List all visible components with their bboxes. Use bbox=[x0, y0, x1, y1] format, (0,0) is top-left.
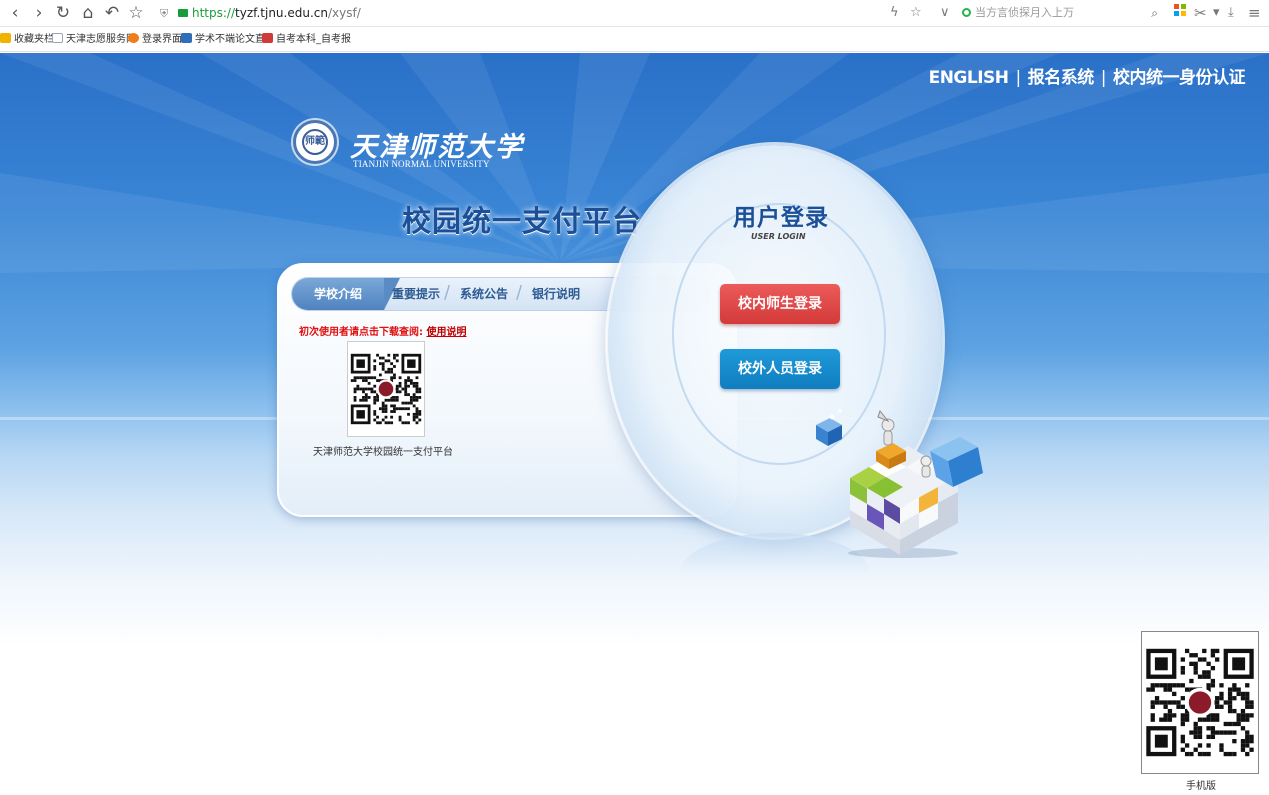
internal-login-button[interactable]: 校内师生登录 bbox=[720, 284, 840, 324]
link-separator: | bbox=[1100, 68, 1107, 88]
undo-icon[interactable]: ↶ bbox=[101, 2, 123, 24]
lock-icon bbox=[178, 9, 188, 17]
search-input[interactable]: 当方言侦探月入上万 ⌕ bbox=[958, 3, 1164, 23]
mobile-version-label: 手机版 bbox=[1186, 781, 1216, 792]
bookmark-item-academic[interactable]: 学术不端论文直 bbox=[181, 28, 265, 52]
page-content: ENGLISH | 报名系统 | 校内统一身份认证 师範 天津师范大学 TIANJIN … bbox=[0, 53, 1269, 795]
university-seal-icon: 师範 bbox=[293, 120, 337, 164]
tab-system-announcement[interactable]: 系统公告 bbox=[460, 278, 508, 310]
bookmark-item-login[interactable]: 登录界面 bbox=[128, 28, 182, 52]
search-engine-icon bbox=[962, 8, 971, 17]
lightning-icon[interactable]: ϟ bbox=[890, 4, 899, 22]
qr-code-icon bbox=[350, 353, 422, 425]
tab-separator: / bbox=[516, 282, 523, 303]
qr-code-icon bbox=[1146, 648, 1254, 757]
tab-important-notice[interactable]: 重要提示 bbox=[392, 278, 440, 310]
chevron-down-icon[interactable]: ▾ bbox=[1213, 4, 1220, 22]
bookmark-item-volunteer[interactable]: 天津志愿服务网 bbox=[52, 28, 136, 52]
browser-toolbar: ‹ › ↻ ⌂ ↶ ☆ ⛨ https://tyzf.tjnu.edu.cn/xy… bbox=[0, 0, 1269, 27]
university-name-en: TIANJIN NORMAL UNIVERSITY bbox=[353, 159, 490, 169]
menu-icon[interactable]: ≡ bbox=[1248, 4, 1261, 22]
bookmarks-bar: 收藏夹栏 天津志愿服务网 登录界面 学术不端论文直 自考本科_自考报 bbox=[0, 28, 1269, 52]
login-site-icon bbox=[128, 33, 139, 43]
bookmark-item-favorites[interactable]: 收藏夹栏 bbox=[0, 28, 54, 52]
login-subtitle: USER LOGIN bbox=[751, 232, 806, 241]
bookmark-item-exam[interactable]: 自考本科_自考报 bbox=[262, 28, 351, 52]
tab-bank-instructions[interactable]: 银行说明 bbox=[532, 278, 580, 310]
rubik-cube-icon bbox=[816, 409, 983, 558]
seal-text: 师範 bbox=[302, 129, 328, 155]
user-guide-link[interactable]: 使用说明 bbox=[426, 327, 466, 338]
mobile-qr-code[interactable] bbox=[1141, 631, 1259, 774]
url-scheme: https:// bbox=[192, 6, 236, 20]
home-icon[interactable]: ⌂ bbox=[77, 2, 99, 24]
url-path: /xysf/ bbox=[327, 6, 361, 20]
unified-auth-link[interactable]: 校内统一身份认证 bbox=[1113, 68, 1246, 88]
favorite-icon[interactable]: ☆ bbox=[910, 4, 922, 22]
folder-icon bbox=[0, 33, 11, 43]
apps-icon[interactable] bbox=[1174, 4, 1186, 22]
exam-site-icon bbox=[262, 33, 273, 43]
star-icon[interactable]: ☆ bbox=[125, 2, 147, 24]
url-host: tyzf.tjnu.edu.cn bbox=[235, 6, 328, 20]
address-bar[interactable]: ⛨ https://tyzf.tjnu.edu.cn/xysf/ bbox=[160, 4, 940, 22]
notice-text: 初次使用者请点击下载查阅: 使用说明 bbox=[299, 327, 467, 338]
search-placeholder: 当方言侦探月入上万 bbox=[975, 6, 1074, 19]
shield-icon: ⛨ bbox=[160, 7, 169, 20]
qr-code-image bbox=[347, 341, 425, 437]
platform-title: 校园统一支付平台 bbox=[402, 204, 643, 238]
forward-icon[interactable]: › bbox=[28, 2, 50, 24]
search-icon[interactable]: ⌕ bbox=[1151, 3, 1158, 23]
english-link[interactable]: ENGLISH bbox=[929, 68, 1009, 88]
scissors-icon[interactable]: ✂ bbox=[1194, 4, 1207, 22]
dropdown-icon[interactable]: ∨ bbox=[940, 4, 950, 22]
download-icon[interactable]: ⤓ bbox=[1228, 4, 1234, 22]
qr-caption: 天津师范大学校园统一支付平台 bbox=[313, 447, 453, 458]
page-icon bbox=[52, 33, 63, 43]
login-title: 用户登录 bbox=[733, 205, 829, 231]
back-icon[interactable]: ‹ bbox=[4, 2, 26, 24]
reload-icon[interactable]: ↻ bbox=[52, 2, 74, 24]
link-separator: | bbox=[1015, 68, 1022, 88]
tab-school-intro[interactable]: 学校介绍 bbox=[292, 278, 400, 310]
academic-site-icon bbox=[181, 33, 192, 43]
registration-link[interactable]: 报名系统 bbox=[1028, 68, 1095, 88]
header-links: ENGLISH | 报名系统 | 校内统一身份认证 bbox=[929, 63, 1246, 88]
tab-separator: / bbox=[444, 282, 451, 303]
